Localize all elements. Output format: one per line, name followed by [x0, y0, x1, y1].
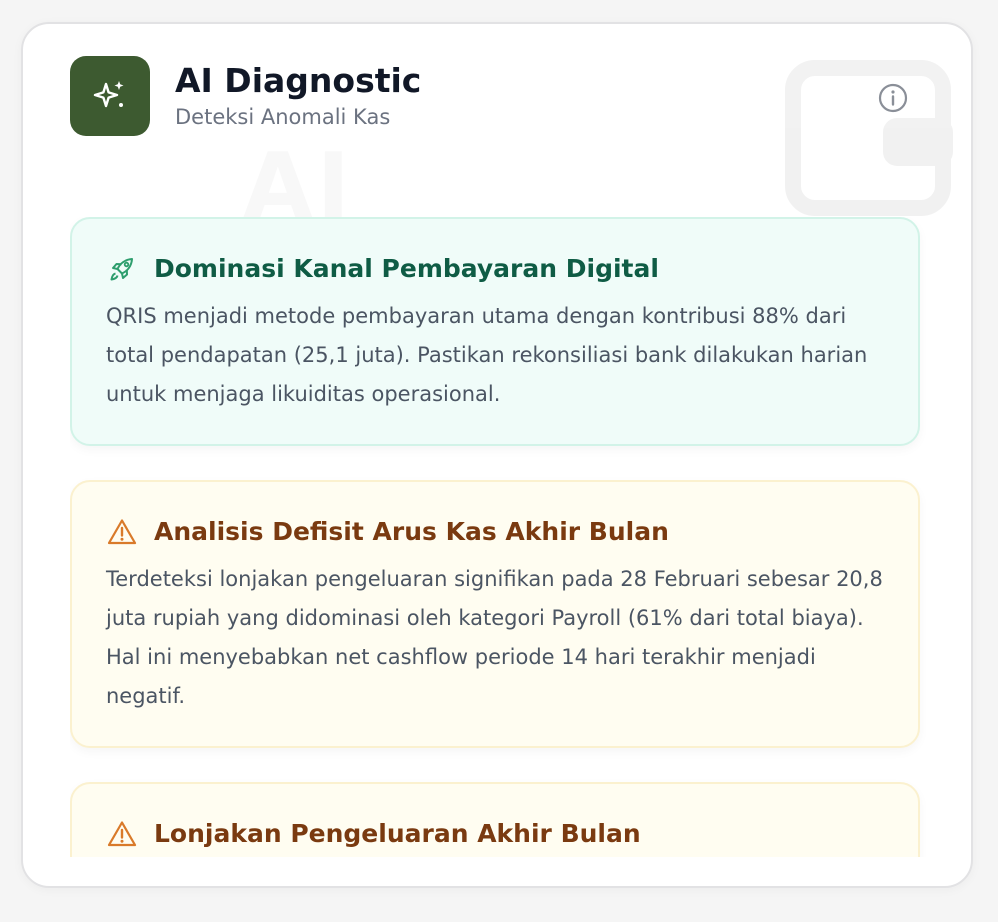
header: AI Diagnostic Deteksi Anomali Kas: [70, 56, 421, 136]
insight-body: Terdeteksi lonjakan pengeluaran signifik…: [106, 567, 883, 708]
insight-card: Lonjakan Pengeluaran Akhir Bulan: [70, 782, 920, 857]
page-subtitle: Deteksi Anomali Kas: [175, 104, 391, 129]
page-title: AI Diagnostic: [175, 60, 422, 100]
sparkles-icon: [70, 56, 150, 136]
wallet-watermark-icon: [785, 60, 953, 216]
insights-list[interactable]: Dominasi Kanal Pembayaran Digital QRIS m…: [70, 217, 926, 857]
insight-title: Analisis Defisit Arus Kas Akhir Bulan: [154, 517, 669, 546]
insight-body: QRIS menjadi metode pembayaran utama den…: [106, 304, 868, 406]
rocket-icon: [106, 253, 138, 285]
ai-diagnostic-card: AI AI Diagnostic Deteksi Anomali Kas: [21, 22, 973, 888]
insight-title: Dominasi Kanal Pembayaran Digital: [154, 254, 659, 283]
insight-card: Analisis Defisit Arus Kas Akhir Bulan Te…: [70, 480, 920, 748]
insight-card: Dominasi Kanal Pembayaran Digital QRIS m…: [70, 217, 920, 446]
insight-title: Lonjakan Pengeluaran Akhir Bulan: [154, 819, 641, 848]
warning-triangle-icon: [106, 818, 138, 850]
info-icon[interactable]: [876, 81, 910, 115]
warning-triangle-icon: [106, 516, 138, 548]
